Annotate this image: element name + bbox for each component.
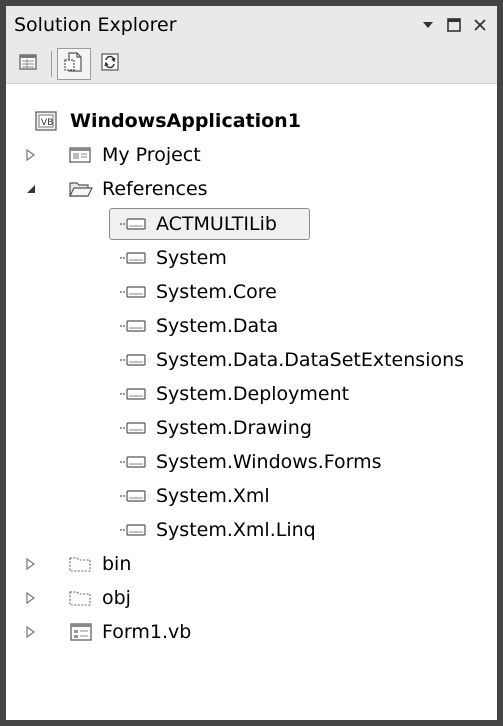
my-project-icon xyxy=(68,144,92,166)
reference-label: System.Data.DataSetExtensions xyxy=(156,349,465,371)
hidden-folder-icon xyxy=(68,587,94,609)
tree-node-reference[interactable]: System.Core xyxy=(6,275,497,309)
expand-arrow-icon[interactable] xyxy=(24,557,38,571)
reference-label: System.Xml.Linq xyxy=(156,519,316,541)
reference-label: System.Windows.Forms xyxy=(156,451,382,473)
hidden-folder-icon xyxy=(68,553,94,575)
collapse-arrow-icon[interactable] xyxy=(24,182,38,196)
tree-node-project[interactable]: VB WindowsApplication1 xyxy=(6,104,497,138)
reference-icon xyxy=(118,251,148,265)
tree-node-reference[interactable]: System.Data xyxy=(6,309,497,343)
panel-title: Solution Explorer xyxy=(14,14,177,36)
form-icon xyxy=(68,621,94,643)
bin-label: bin xyxy=(102,553,132,575)
title-bar: Solution Explorer xyxy=(6,6,497,44)
tree-node-reference[interactable]: System.Xml xyxy=(6,479,497,513)
tree-node-my-project[interactable]: My Project xyxy=(6,138,497,172)
tree-node-bin[interactable]: bin xyxy=(6,547,497,581)
maximize-icon[interactable] xyxy=(443,14,465,36)
toolbar xyxy=(6,44,497,84)
reference-label: System xyxy=(156,247,227,269)
reference-icon xyxy=(118,421,148,435)
show-all-files-icon xyxy=(63,51,85,77)
tree-node-reference[interactable]: ACTMULTILib xyxy=(6,207,497,241)
reference-label: System.Core xyxy=(156,281,277,303)
reference-icon xyxy=(118,489,148,503)
tree-node-references[interactable]: References xyxy=(6,172,497,206)
tree-node-form[interactable]: Form1.vb xyxy=(6,615,497,649)
properties-button[interactable] xyxy=(12,48,46,80)
tree-node-reference[interactable]: System.Drawing xyxy=(6,411,497,445)
reference-icon xyxy=(118,387,148,401)
reference-label: System.Data xyxy=(156,315,279,337)
reference-label: ACTMULTILib xyxy=(156,213,277,235)
reference-label: System.Xml xyxy=(156,485,270,507)
reference-icon xyxy=(118,319,148,333)
show-all-files-button[interactable] xyxy=(57,47,91,80)
reference-label: System.Drawing xyxy=(156,417,312,439)
obj-label: obj xyxy=(102,587,131,609)
tree-node-reference[interactable]: System.Windows.Forms xyxy=(6,445,497,479)
references-label: References xyxy=(102,178,208,200)
open-folder-icon xyxy=(68,178,94,200)
expand-arrow-icon[interactable] xyxy=(24,148,38,162)
reference-icon xyxy=(118,217,148,231)
form-label: Form1.vb xyxy=(102,621,192,643)
toolbar-separator xyxy=(51,50,52,77)
tree-node-reference[interactable]: System.Xml.Linq xyxy=(6,513,497,547)
reference-icon xyxy=(118,285,148,299)
window-controls xyxy=(417,14,497,36)
reference-icon xyxy=(118,523,148,537)
reference-icon xyxy=(118,455,148,469)
expand-arrow-icon[interactable] xyxy=(24,591,38,605)
refresh-button[interactable] xyxy=(93,48,127,80)
tree-node-reference[interactable]: System xyxy=(6,241,497,275)
project-label: WindowsApplication1 xyxy=(70,110,301,132)
tree-node-reference[interactable]: System.Deployment xyxy=(6,377,497,411)
solution-explorer-panel: Solution Explorer VB WindowsApplication1… xyxy=(0,0,503,726)
my-project-label: My Project xyxy=(102,144,201,166)
reference-label: System.Deployment xyxy=(156,383,350,405)
reference-icon xyxy=(118,353,148,367)
vb-project-icon: VB xyxy=(34,110,58,132)
svg-text:VB: VB xyxy=(41,118,53,128)
refresh-icon xyxy=(99,51,121,77)
properties-icon xyxy=(18,51,40,77)
expand-arrow-icon[interactable] xyxy=(24,625,38,639)
dropdown-arrow-icon[interactable] xyxy=(417,14,439,36)
tree-node-obj[interactable]: obj xyxy=(6,581,497,615)
close-icon[interactable] xyxy=(469,14,491,36)
tree-node-reference[interactable]: System.Data.DataSetExtensions xyxy=(6,343,497,377)
